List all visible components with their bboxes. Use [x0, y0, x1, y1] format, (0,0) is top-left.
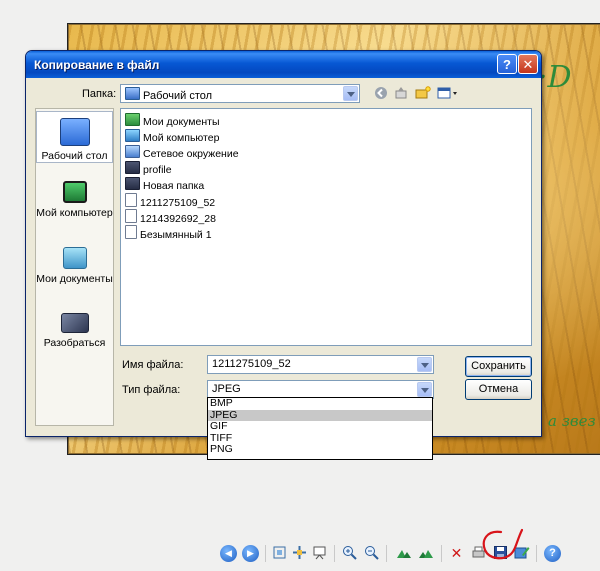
view-menu-icon[interactable]	[436, 86, 460, 102]
new-folder-icon[interactable]	[414, 86, 432, 102]
place-network-label: Разобраться	[43, 337, 106, 349]
list-item-label: Безымянный 1	[140, 229, 212, 241]
folder-combo[interactable]: Рабочий стол	[120, 84, 360, 103]
list-item-label: Мои документы	[143, 116, 220, 128]
place-my-documents[interactable]: Мои документы	[36, 241, 113, 287]
places-bar: Рабочий стол Мой компьютер Мои документы…	[35, 108, 114, 426]
my-documents-icon	[125, 113, 140, 126]
filetype-value: JPEG	[212, 383, 241, 395]
save-button[interactable]: Сохранить	[465, 356, 532, 377]
previous-icon[interactable]: ◀	[220, 545, 237, 562]
best-fit-icon[interactable]	[271, 545, 288, 562]
place-desktop-label: Рабочий стол	[41, 150, 108, 162]
filename-input[interactable]: 1211275109_52	[207, 355, 434, 374]
list-item[interactable]: Сетевое окружение	[125, 145, 239, 160]
place-desktop[interactable]: Рабочий стол	[36, 111, 113, 163]
filetype-label: Тип файла:	[122, 384, 181, 396]
option-tiff[interactable]: TIFF	[208, 432, 432, 445]
file-icon	[125, 193, 137, 207]
my-computer-icon	[62, 181, 87, 203]
help-icon[interactable]: ?	[544, 545, 561, 562]
file-list: Мои документы Мой компьютер Сетевое окру…	[120, 108, 532, 346]
next-icon[interactable]: ▶	[242, 545, 259, 562]
my-computer-icon	[125, 129, 140, 142]
zoom-out-icon[interactable]	[363, 545, 380, 562]
filename-value: 1211275109_52	[212, 358, 291, 370]
back-icon[interactable]	[372, 86, 390, 102]
network-place-icon	[60, 313, 89, 333]
list-item-label: Новая папка	[143, 180, 205, 192]
list-item-label: Сетевое окружение	[143, 148, 239, 160]
option-gif[interactable]: GIF	[208, 420, 432, 433]
annotation-circle-icon	[482, 528, 523, 560]
chevron-down-icon[interactable]	[417, 357, 432, 372]
actual-size-icon[interactable]	[291, 545, 308, 562]
dialog-title-bar[interactable]: Копирование в файл ? ✕	[26, 51, 541, 78]
place-my-documents-label: Мои документы	[36, 273, 113, 285]
cancel-button[interactable]: Отмена	[465, 379, 532, 400]
list-item-label: 1214392692_28	[140, 213, 216, 225]
viewer-toolbar: ◀ ▶ ✕ ?	[215, 540, 595, 566]
close-button[interactable]: ✕	[518, 54, 538, 74]
list-item-label: profile	[143, 164, 172, 176]
filename-label: Имя файла:	[122, 359, 184, 371]
folder-label: Папка:	[82, 88, 117, 100]
rotate-counterclockwise-icon[interactable]	[417, 545, 434, 562]
folder-icon	[125, 161, 140, 174]
place-my-computer[interactable]: Мой компьютер	[36, 175, 113, 227]
my-documents-icon	[62, 247, 87, 269]
desktop-icon	[59, 118, 90, 146]
place-my-computer-label: Мой компьютер	[36, 207, 113, 219]
list-item[interactable]: profile	[125, 161, 172, 176]
save-file-dialog: Копирование в файл ? ✕ Папка: Рабочий ст…	[25, 50, 542, 437]
list-item[interactable]: 1211275109_52	[125, 193, 216, 209]
option-bmp[interactable]: BMP	[208, 397, 432, 410]
option-jpeg[interactable]: JPEG	[208, 409, 432, 421]
chevron-down-icon[interactable]	[343, 86, 358, 101]
list-item[interactable]: Безымянный 1	[125, 225, 212, 241]
list-item[interactable]: Новая папка	[125, 177, 204, 192]
rotate-clockwise-icon[interactable]	[395, 545, 412, 562]
chevron-down-icon[interactable]	[417, 382, 432, 397]
viewer-canvas: ·D а звез Копирование в файл ? ✕ Папка: …	[0, 0, 600, 571]
up-folder-icon[interactable]	[392, 86, 410, 102]
zoom-in-icon[interactable]	[341, 545, 358, 562]
filetype-dropdown-list: BMP JPEG GIF TIFF PNG	[207, 397, 433, 460]
place-network[interactable]: Разобраться	[36, 307, 113, 355]
file-icon	[125, 209, 137, 223]
network-icon	[125, 145, 140, 158]
slideshow-icon[interactable]	[311, 545, 328, 562]
folder-value: Рабочий стол	[143, 90, 213, 102]
folder-icon	[125, 177, 140, 190]
help-button[interactable]: ?	[497, 54, 517, 74]
dialog-title: Копирование в файл	[34, 58, 160, 72]
delete-icon[interactable]: ✕	[448, 545, 465, 562]
list-item-label: Мой компьютер	[143, 132, 220, 144]
list-item[interactable]: Мои документы	[125, 113, 220, 128]
list-item-label: 1211275109_52	[140, 197, 216, 209]
desktop-small-icon	[125, 87, 140, 100]
photo-caption-bottom: а звез	[548, 412, 596, 430]
option-png[interactable]: PNG	[208, 443, 432, 456]
list-item[interactable]: 1214392692_28	[125, 209, 216, 225]
file-icon	[125, 225, 137, 239]
list-item[interactable]: Мой компьютер	[125, 129, 219, 144]
photo-caption-top: ·D	[538, 60, 572, 95]
